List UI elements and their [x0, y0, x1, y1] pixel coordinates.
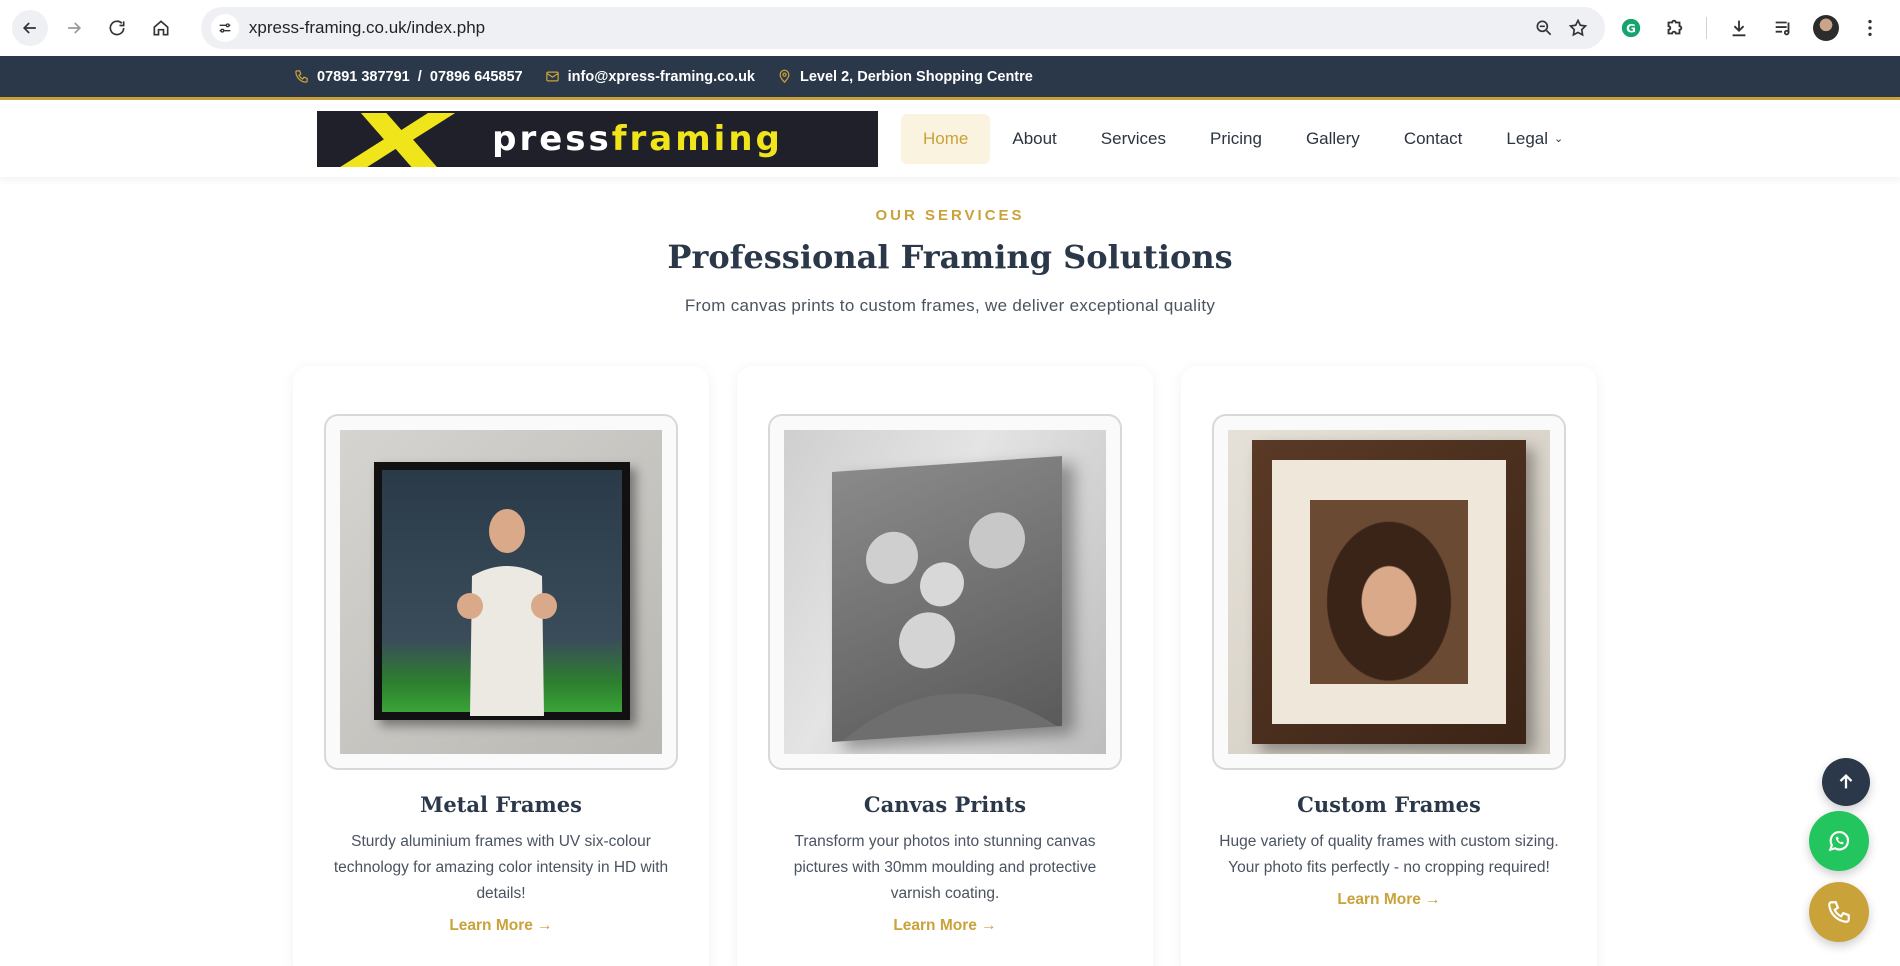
nav-services[interactable]: Services — [1079, 114, 1188, 164]
metal-frame-photo — [340, 430, 662, 754]
arrow-right-icon — [67, 22, 81, 34]
whatsapp-button[interactable] — [1809, 811, 1869, 871]
map-pin-icon — [779, 69, 790, 83]
site-logo[interactable]: X pressframing — [317, 110, 878, 167]
services-section: OUR SERVICES Professional Framing Soluti… — [0, 207, 1900, 316]
media-control-icon[interactable] — [1765, 10, 1801, 46]
call-button[interactable] — [1809, 882, 1869, 942]
top-info-bar: 07891 387791 / 07896 645857 info@xpress-… — [0, 56, 1900, 100]
nav-legal-label: Legal — [1506, 128, 1549, 148]
reload-button[interactable] — [99, 10, 135, 46]
back-button[interactable] — [12, 10, 48, 46]
topbar-email[interactable]: info@xpress-framing.co.uk — [545, 69, 755, 85]
nav-gallery[interactable]: Gallery — [1284, 114, 1382, 164]
card-title: Custom Frames — [1297, 792, 1481, 817]
service-card-canvas: Canvas Prints Transform your photos into… — [737, 366, 1153, 966]
extensions-puzzle-icon[interactable] — [1656, 10, 1692, 46]
toolbar-divider — [1706, 17, 1708, 39]
service-card-custom: Custom Frames Huge variety of quality fr… — [1181, 366, 1597, 966]
bookmark-star-icon[interactable] — [1561, 11, 1595, 45]
main-nav: Home About Services Pricing Gallery Cont… — [901, 113, 1585, 164]
card-title: Canvas Prints — [863, 792, 1027, 817]
download-icon[interactable] — [1721, 10, 1757, 46]
topbar-location: Level 2, Derbion Shopping Centre — [777, 69, 1033, 85]
browser-toolbar: xpress-framing.co.uk/index.php G — [0, 0, 1900, 56]
section-eyebrow: OUR SERVICES — [875, 207, 1025, 224]
nav-contact[interactable]: Contact — [1382, 114, 1485, 164]
url-text[interactable]: xpress-framing.co.uk/index.php — [249, 18, 1527, 38]
site-header: X pressframing Home About Services Prici… — [0, 100, 1900, 177]
logo-wordmark: pressframing — [492, 119, 783, 159]
logo-part2: framing — [611, 118, 783, 159]
location-text: Level 2, Derbion Shopping Centre — [800, 68, 1033, 85]
logo-part1: press — [492, 118, 612, 159]
section-title: Professional Framing Solutions — [667, 238, 1233, 276]
forward-button[interactable] — [56, 10, 92, 46]
nav-home[interactable]: Home — [901, 113, 991, 164]
service-card-metal: Metal Frames Sturdy aluminium frames wit… — [293, 366, 709, 966]
card-title: Metal Frames — [420, 792, 582, 817]
service-cards: Metal Frames Sturdy aluminium frames wit… — [293, 366, 1597, 966]
arrow-left-icon — [22, 22, 36, 34]
address-bar[interactable]: xpress-framing.co.uk/index.php — [200, 7, 1605, 49]
email-address[interactable]: info@xpress-framing.co.uk — [568, 69, 755, 85]
card-description: Huge variety of quality frames with cust… — [1219, 833, 1559, 876]
logo-initial: X — [347, 110, 450, 167]
nav-about[interactable]: About — [990, 114, 1078, 164]
card-image-frame — [324, 414, 678, 770]
zoom-icon[interactable] — [1527, 11, 1561, 45]
phone-icon — [1828, 901, 1850, 923]
phone-icon — [295, 70, 308, 83]
whatsapp-icon — [1828, 831, 1850, 852]
learn-more-link[interactable]: Learn More → — [1337, 891, 1440, 909]
browser-menu-icon[interactable] — [1852, 10, 1888, 46]
reload-icon — [109, 20, 125, 36]
site-settings-icon[interactable] — [210, 14, 239, 42]
phone-numbers[interactable]: 07891 387791 / 07896 645857 — [317, 69, 523, 85]
card-image-frame — [1212, 414, 1566, 770]
custom-frame-photo — [1228, 430, 1550, 754]
mail-icon — [545, 71, 559, 82]
svg-text:G: G — [1626, 22, 1636, 36]
nav-legal[interactable]: Legal ⌄ — [1484, 114, 1585, 164]
card-description: Sturdy aluminium frames with UV six-colo… — [333, 833, 669, 902]
learn-more-link[interactable]: Learn More → — [893, 917, 996, 935]
section-subtitle: From canvas prints to custom frames, we … — [684, 296, 1216, 315]
nav-pricing[interactable]: Pricing — [1188, 114, 1284, 164]
learn-more-link[interactable]: Learn More → — [449, 917, 552, 935]
canvas-print-photo — [784, 430, 1106, 754]
scroll-top-button[interactable] — [1822, 758, 1870, 806]
profile-avatar[interactable] — [1809, 10, 1845, 46]
chevron-down-icon: ⌄ — [1554, 133, 1564, 145]
card-image-frame — [768, 414, 1122, 770]
home-icon — [153, 20, 169, 36]
card-description: Transform your photos into stunning canv… — [793, 833, 1097, 902]
home-button[interactable] — [143, 10, 179, 46]
arrow-up-icon — [1839, 773, 1853, 789]
grammarly-extension-icon[interactable]: G — [1613, 10, 1649, 46]
topbar-phone[interactable]: 07891 387791 / 07896 645857 — [294, 69, 523, 85]
